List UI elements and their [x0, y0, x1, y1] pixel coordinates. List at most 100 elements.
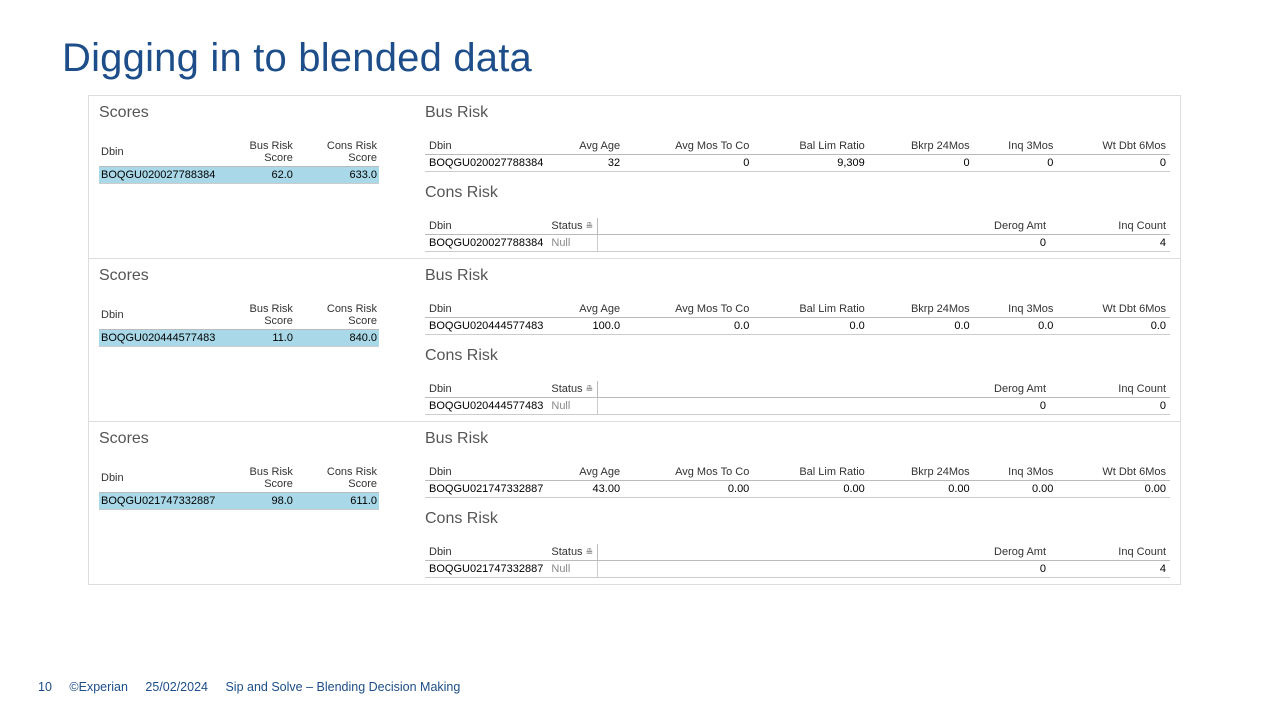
- col-inq-count[interactable]: Inq Count: [1050, 381, 1170, 398]
- cell-bus-score: 11.0: [217, 330, 295, 347]
- col-avg-mos-to-co[interactable]: Avg Mos To Co: [624, 301, 753, 318]
- data-panel: Scores Dbin Bus Risk Score Cons Risk Sco…: [89, 259, 1180, 422]
- col-avg-age[interactable]: Avg Age: [547, 464, 624, 481]
- col-derog-amt[interactable]: Derog Amt: [598, 218, 1050, 235]
- consrisk-table: Dbin Status ≞ Derog Amt Inq Count BOQGU0…: [425, 218, 1170, 252]
- col-wt-dbt-6mos[interactable]: Wt Dbt 6Mos: [1057, 138, 1170, 155]
- consrisk-table: Dbin Status ≞ Derog Amt Inq Count BOQGU0…: [425, 544, 1170, 578]
- cell-status: Null: [547, 398, 597, 415]
- cell-bus-score: 62.0: [217, 167, 295, 184]
- col-avg-mos-to-co[interactable]: Avg Mos To Co: [624, 464, 753, 481]
- cell: 0.0: [624, 318, 753, 335]
- col-avg-age[interactable]: Avg Age: [547, 138, 624, 155]
- col-dbin[interactable]: Dbin: [425, 301, 547, 318]
- table-row[interactable]: BOQGU020027788384 32 0 9,309 0 0 0: [425, 155, 1170, 172]
- scores-table: Dbin Bus Risk Score Cons Risk Score BOQG…: [99, 464, 379, 510]
- cell: 0: [598, 235, 1050, 252]
- busrisk-heading: Bus Risk: [425, 267, 1170, 285]
- col-bus-risk-score[interactable]: Bus Risk Score: [217, 464, 295, 493]
- cell: 0.0: [1057, 318, 1170, 335]
- cell-dbin: BOQGU020444577483: [99, 330, 217, 347]
- cell: 9,309: [753, 155, 868, 172]
- cell: 0.00: [1057, 481, 1170, 498]
- busrisk-table: Dbin Avg Age Avg Mos To Co Bal Lim Ratio…: [425, 301, 1170, 335]
- table-row[interactable]: BOQGU020027788384 Null 0 4: [425, 235, 1170, 252]
- col-dbin[interactable]: Dbin: [425, 544, 547, 561]
- col-dbin[interactable]: Dbin: [425, 138, 547, 155]
- col-cons-risk-score[interactable]: Cons Risk Score: [295, 301, 379, 330]
- consrisk-heading: Cons Risk: [425, 184, 1170, 202]
- scores-heading: Scores: [99, 104, 419, 122]
- col-dbin[interactable]: Dbin: [425, 464, 547, 481]
- col-dbin[interactable]: Dbin: [99, 138, 217, 167]
- cell: 0.0: [974, 318, 1058, 335]
- footer: 10 ©Experian 25/02/2024 Sip and Solve – …: [38, 680, 474, 694]
- col-dbin[interactable]: Dbin: [99, 464, 217, 493]
- table-row[interactable]: BOQGU020444577483 Null 0 0: [425, 398, 1170, 415]
- cell: 4: [1050, 561, 1170, 578]
- cell: 100.0: [547, 318, 624, 335]
- cell-cons-score: 840.0: [295, 330, 379, 347]
- cell-cons-score: 633.0: [295, 167, 379, 184]
- cell-status: Null: [547, 561, 597, 578]
- col-inq-3mos[interactable]: Inq 3Mos: [974, 464, 1058, 481]
- cell-dbin: BOQGU021747332887: [99, 493, 217, 510]
- cell-dbin: BOQGU020027788384: [99, 167, 217, 184]
- col-bal-lim-ratio[interactable]: Bal Lim Ratio: [753, 301, 868, 318]
- cell: 0.00: [869, 481, 974, 498]
- col-avg-mos-to-co[interactable]: Avg Mos To Co: [624, 138, 753, 155]
- col-bkrp-24mos[interactable]: Bkrp 24Mos: [869, 301, 974, 318]
- col-wt-dbt-6mos[interactable]: Wt Dbt 6Mos: [1057, 301, 1170, 318]
- col-inq-count[interactable]: Inq Count: [1050, 218, 1170, 235]
- cell-status: Null: [547, 235, 597, 252]
- scores-table: Dbin Bus Risk Score Cons Risk Score BOQG…: [99, 301, 379, 347]
- table-row[interactable]: BOQGU021747332887 43.00 0.00 0.00 0.00 0…: [425, 481, 1170, 498]
- consrisk-heading: Cons Risk: [425, 510, 1170, 528]
- col-bal-lim-ratio[interactable]: Bal Lim Ratio: [753, 464, 868, 481]
- col-status[interactable]: Status ≞: [547, 544, 597, 561]
- busrisk-table: Dbin Avg Age Avg Mos To Co Bal Lim Ratio…: [425, 464, 1170, 498]
- col-bus-risk-score[interactable]: Bus Risk Score: [217, 138, 295, 167]
- cell: 0: [598, 561, 1050, 578]
- panels-container: Scores Dbin Bus Risk Score Cons Risk Sco…: [88, 95, 1181, 585]
- cell: 32: [547, 155, 624, 172]
- cell-dbin: BOQGU021747332887: [425, 561, 547, 578]
- col-derog-amt[interactable]: Derog Amt: [598, 381, 1050, 398]
- table-row[interactable]: BOQGU021747332887 Null 0 4: [425, 561, 1170, 578]
- col-bal-lim-ratio[interactable]: Bal Lim Ratio: [753, 138, 868, 155]
- col-dbin[interactable]: Dbin: [99, 301, 217, 330]
- table-row[interactable]: BOQGU021747332887 98.0 611.0: [99, 493, 379, 510]
- col-dbin[interactable]: Dbin: [425, 381, 547, 398]
- col-cons-risk-score[interactable]: Cons Risk Score: [295, 464, 379, 493]
- cell-dbin: BOQGU020027788384: [425, 155, 547, 172]
- busrisk-heading: Bus Risk: [425, 104, 1170, 122]
- cell-cons-score: 611.0: [295, 493, 379, 510]
- consrisk-table: Dbin Status ≞ Derog Amt Inq Count BOQGU0…: [425, 381, 1170, 415]
- col-status[interactable]: Status ≞: [547, 381, 597, 398]
- col-bus-risk-score[interactable]: Bus Risk Score: [217, 301, 295, 330]
- cell: 0.00: [624, 481, 753, 498]
- table-row[interactable]: BOQGU020444577483 100.0 0.0 0.0 0.0 0.0 …: [425, 318, 1170, 335]
- busrisk-heading: Bus Risk: [425, 430, 1170, 448]
- data-panel: Scores Dbin Bus Risk Score Cons Risk Sco…: [89, 422, 1180, 584]
- page-number: 10: [38, 680, 52, 694]
- data-panel: Scores Dbin Bus Risk Score Cons Risk Sco…: [89, 96, 1180, 259]
- col-inq-3mos[interactable]: Inq 3Mos: [974, 301, 1058, 318]
- table-row[interactable]: BOQGU020444577483 11.0 840.0: [99, 330, 379, 347]
- col-inq-count[interactable]: Inq Count: [1050, 544, 1170, 561]
- col-avg-age[interactable]: Avg Age: [547, 301, 624, 318]
- table-row[interactable]: BOQGU020027788384 62.0 633.0: [99, 167, 379, 184]
- col-dbin[interactable]: Dbin: [425, 218, 547, 235]
- cell: 0.0: [753, 318, 868, 335]
- col-bkrp-24mos[interactable]: Bkrp 24Mos: [869, 464, 974, 481]
- col-wt-dbt-6mos[interactable]: Wt Dbt 6Mos: [1057, 464, 1170, 481]
- col-status[interactable]: Status ≞: [547, 218, 597, 235]
- col-bkrp-24mos[interactable]: Bkrp 24Mos: [869, 138, 974, 155]
- date: 25/02/2024: [145, 680, 208, 694]
- col-derog-amt[interactable]: Derog Amt: [598, 544, 1050, 561]
- cell: 43.00: [547, 481, 624, 498]
- cell: 0.00: [974, 481, 1058, 498]
- col-cons-risk-score[interactable]: Cons Risk Score: [295, 138, 379, 167]
- col-inq-3mos[interactable]: Inq 3Mos: [974, 138, 1058, 155]
- page-title: Digging in to blended data: [62, 36, 1220, 81]
